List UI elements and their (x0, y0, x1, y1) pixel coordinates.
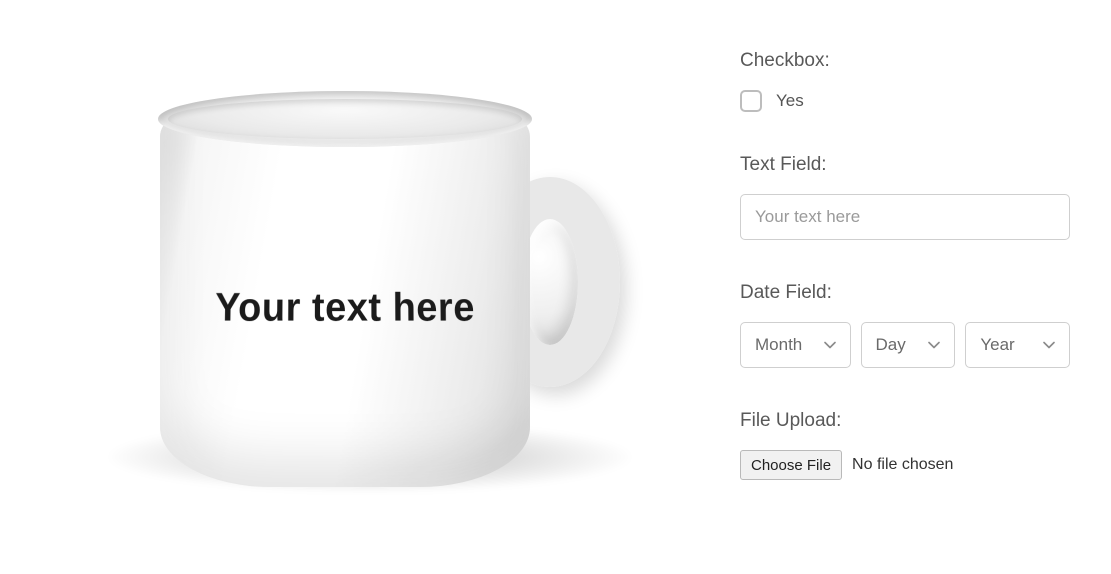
mug-rim (158, 91, 532, 147)
checkbox-field-group: Checkbox: Yes (740, 50, 1070, 112)
month-select[interactable]: Month (740, 322, 851, 368)
date-select-row: Month Day Year (740, 322, 1070, 368)
checkbox-row: Yes (740, 90, 1070, 112)
choose-file-button-label: Choose File (751, 457, 831, 474)
file-upload-row: Choose File No file chosen (740, 450, 1070, 480)
checkbox-label: Checkbox: (740, 50, 1070, 72)
text-field-group: Text Field: (740, 154, 1070, 240)
text-field-input[interactable] (740, 194, 1070, 240)
mug-body: Your text here (160, 107, 530, 487)
checkbox-option-label: Yes (776, 91, 804, 111)
chevron-down-icon (1043, 339, 1055, 351)
month-select-value: Month (755, 335, 802, 355)
day-select-value: Day (876, 335, 906, 355)
year-select[interactable]: Year (965, 322, 1070, 368)
product-preview: Your text here (0, 30, 700, 544)
mug-rim-inner (168, 99, 522, 139)
file-upload-group: File Upload: Choose File No file chosen (740, 410, 1070, 480)
date-field-label: Date Field: (740, 282, 1070, 304)
date-field-group: Date Field: Month Day Year (740, 282, 1070, 368)
customization-form: Checkbox: Yes Text Field: Date Field: Mo… (700, 30, 1080, 544)
day-select[interactable]: Day (861, 322, 956, 368)
choose-file-button[interactable]: Choose File (740, 450, 842, 480)
checkbox-input[interactable] (740, 90, 762, 112)
mug-image: Your text here (40, 47, 660, 527)
year-select-value: Year (980, 335, 1014, 355)
file-upload-label: File Upload: (740, 410, 1070, 432)
mug-custom-text: Your text here (160, 286, 530, 331)
file-upload-status: No file chosen (852, 456, 953, 474)
chevron-down-icon (928, 339, 940, 351)
text-field-label: Text Field: (740, 154, 1070, 176)
chevron-down-icon (824, 339, 836, 351)
